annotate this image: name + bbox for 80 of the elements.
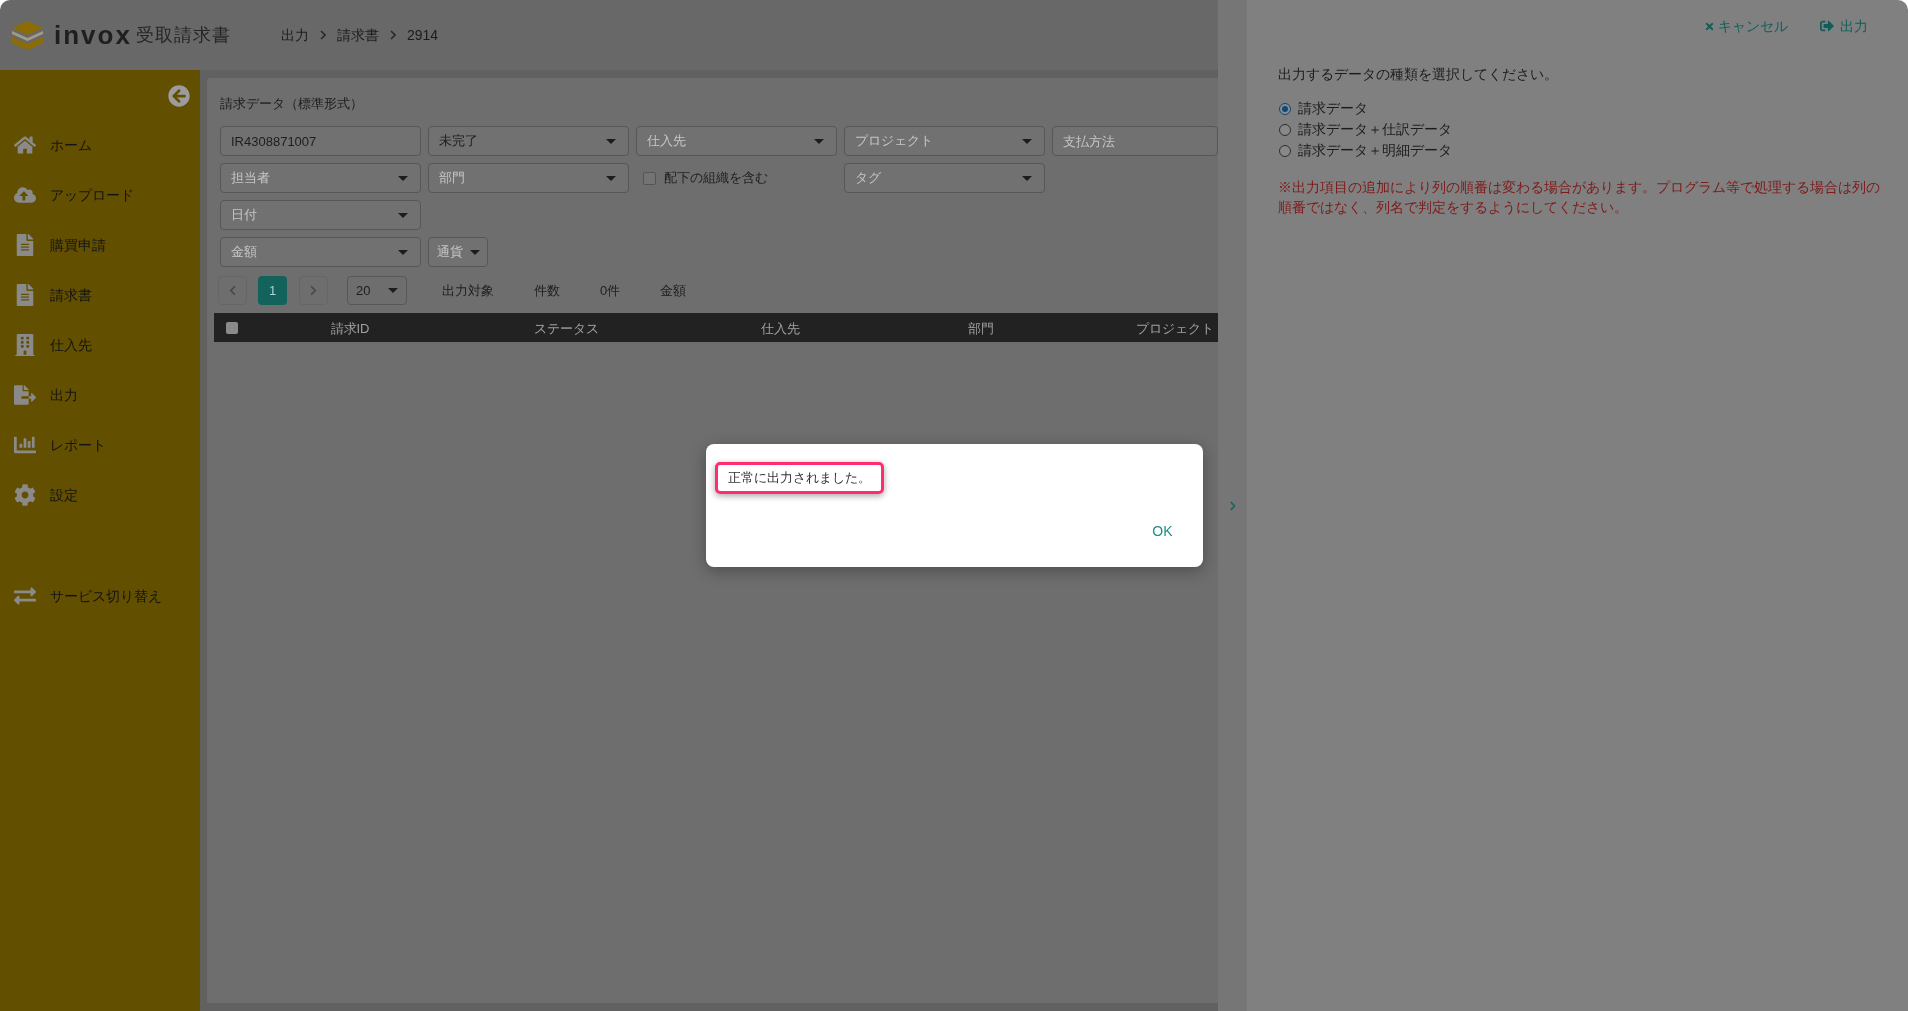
chevron-right-icon: [390, 30, 396, 40]
radio-label: 請求データ＋仕訳データ: [1298, 120, 1452, 139]
chevron-right-icon: [1227, 500, 1238, 511]
document-icon: [14, 234, 36, 256]
dropdown-field[interactable]: 部門: [428, 163, 629, 193]
caret-down-icon: [398, 212, 408, 218]
home-icon: [14, 134, 36, 156]
exchange-arrows-icon: [14, 585, 36, 607]
summary-text: 件数: [534, 281, 560, 300]
breadcrumb-current: 2914: [407, 25, 439, 45]
text-field[interactable]: 支払方法: [1052, 126, 1218, 156]
instruction-text: 出力するデータの種類を選択してください。: [1278, 65, 1559, 84]
summary-text: 0件: [600, 281, 621, 300]
building-icon: [14, 334, 36, 356]
summary-text: 金額: [660, 281, 687, 300]
logo-icon: [12, 20, 43, 50]
dropdown-field[interactable]: プロジェクト: [844, 126, 1045, 156]
chevron-right-icon: [308, 285, 319, 296]
nav-item[interactable]: サービス切り替え: [0, 571, 200, 621]
caret-down-icon: [388, 288, 398, 293]
nav-item[interactable]: 購買申請: [0, 220, 200, 270]
nav-item[interactable]: 設定: [0, 470, 200, 520]
column-header: 仕入先: [760, 320, 800, 336]
collapse-arrow-icon[interactable]: [168, 85, 190, 107]
ok-button[interactable]: OK: [1144, 516, 1181, 546]
caret-down-icon: [470, 249, 480, 255]
checkbox[interactable]: [643, 171, 656, 185]
exit-arrow-icon: [1820, 19, 1834, 33]
nav-item[interactable]: ホーム: [0, 120, 200, 170]
breadcrumb-link[interactable]: 出力: [281, 24, 309, 46]
text-field[interactable]: IR4308871007: [220, 126, 421, 156]
checkbox-label: 配下の組織を含む: [664, 169, 768, 188]
cloud-upload-icon: [14, 184, 36, 206]
radio-button[interactable]: [1279, 102, 1291, 115]
page-size-select[interactable]: 20: [347, 276, 407, 305]
chevron-left-icon: [227, 285, 238, 296]
radio-button[interactable]: [1279, 144, 1291, 157]
chevron-right-icon: [320, 30, 326, 40]
dropdown-field[interactable]: 未完了: [428, 126, 629, 156]
caret-down-icon: [1022, 138, 1032, 144]
caret-down-icon: [606, 175, 616, 181]
dropdown-field[interactable]: 通貨: [428, 237, 488, 267]
product-name: 受取請求書: [135, 26, 231, 44]
dialog-message: 正常に出力されました。: [727, 469, 871, 488]
dropdown-field[interactable]: 日付: [220, 200, 421, 230]
column-header: 部門: [968, 320, 994, 336]
close-icon: [1704, 20, 1715, 32]
dropdown-field[interactable]: 仕入先: [636, 126, 837, 156]
caret-down-icon: [398, 249, 408, 255]
nav-item[interactable]: 仕入先: [0, 320, 200, 370]
document-icon: [14, 284, 36, 306]
caret-down-icon: [814, 138, 824, 144]
caret-down-icon: [606, 138, 616, 144]
file-export-icon: [14, 384, 36, 406]
dropdown-field[interactable]: タグ: [844, 163, 1045, 193]
summary-text: 出力対象: [442, 281, 494, 300]
nav-item[interactable]: 出力: [0, 370, 200, 420]
caret-down-icon: [398, 175, 408, 181]
radio-label: 請求データ: [1298, 99, 1368, 118]
radio-button[interactable]: [1279, 123, 1291, 136]
logo-text: invox: [54, 22, 132, 48]
dropdown-field[interactable]: 担当者: [220, 163, 421, 193]
export-button[interactable]: 出力: [1820, 15, 1868, 37]
dropdown-field[interactable]: 金額: [220, 237, 421, 267]
nav-item[interactable]: アップロード: [0, 170, 200, 220]
nav-item[interactable]: レポート: [0, 420, 200, 470]
column-header: プロジェクト: [1136, 320, 1214, 336]
bar-chart-icon: [14, 434, 36, 456]
settings-icon: [14, 484, 36, 506]
warning-note: ※出力項目の追加により列の順番は変わる場合があります。プログラム等で処理する場合は列の順番ではなく、列名で判定をするようにしてください。: [1278, 178, 1881, 217]
nav-item[interactable]: 請求書: [0, 270, 200, 320]
section-title: 請求データ（標準形式）: [220, 95, 363, 113]
radio-label: 請求データ＋明細データ: [1298, 141, 1452, 160]
caret-down-icon: [1022, 175, 1032, 181]
column-header: 請求ID: [330, 320, 370, 336]
column-header: ステータス: [533, 320, 599, 336]
breadcrumb-link[interactable]: 請求書: [337, 24, 379, 46]
select-all-checkbox[interactable]: [226, 321, 238, 334]
page-button[interactable]: 1: [258, 276, 287, 305]
cancel-button[interactable]: キャンセル: [1704, 15, 1788, 37]
